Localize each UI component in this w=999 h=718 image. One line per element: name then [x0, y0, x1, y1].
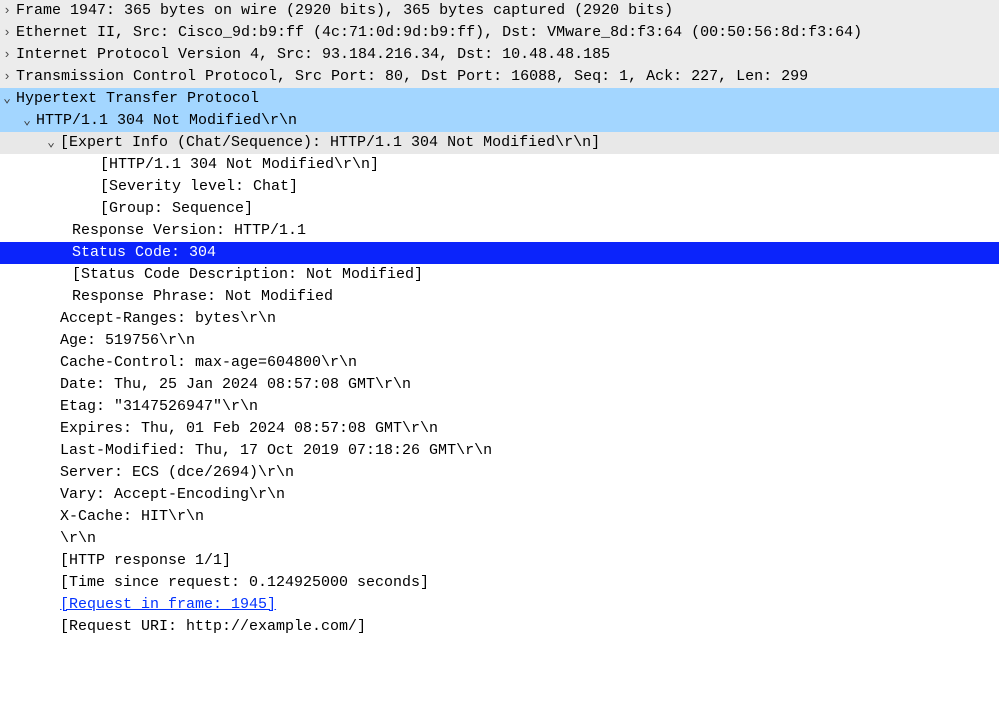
- tree-row-ip[interactable]: › Internet Protocol Version 4, Src: 93.1…: [0, 44, 999, 66]
- tree-row-expert-info[interactable]: ⌄ [Expert Info (Chat/Sequence): HTTP/1.1…: [0, 132, 999, 154]
- tree-row-age[interactable]: Age: 519756\r\n: [0, 330, 999, 352]
- tree-row-expires[interactable]: Expires: Thu, 01 Feb 2024 08:57:08 GMT\r…: [0, 418, 999, 440]
- tree-row-response-phrase[interactable]: Response Phrase: Not Modified: [0, 286, 999, 308]
- status-code-text: Status Code: 304: [48, 242, 216, 264]
- status-line-text: HTTP/1.1 304 Not Modified\r\n: [36, 110, 297, 132]
- tree-row-frame[interactable]: › Frame 1947: 365 bytes on wire (2920 bi…: [0, 0, 999, 22]
- tree-row-date[interactable]: Date: Thu, 25 Jan 2024 08:57:08 GMT\r\n: [0, 374, 999, 396]
- header-age: Age: 519756\r\n: [60, 330, 195, 352]
- tree-row-http[interactable]: ⌄ Hypertext Transfer Protocol: [0, 88, 999, 110]
- tcp-summary: Transmission Control Protocol, Src Port:…: [16, 66, 808, 88]
- group-text: [Group: Sequence]: [100, 198, 253, 220]
- header-expires: Expires: Thu, 01 Feb 2024 08:57:08 GMT\r…: [60, 418, 438, 440]
- tree-row-severity[interactable]: [Severity level: Chat]: [0, 176, 999, 198]
- chevron-down-icon: ⌄: [44, 132, 58, 154]
- tree-row-accept-ranges[interactable]: Accept-Ranges: bytes\r\n: [0, 308, 999, 330]
- tree-row-status-line[interactable]: ⌄ HTTP/1.1 304 Not Modified\r\n: [0, 110, 999, 132]
- chevron-right-icon: ›: [0, 66, 14, 88]
- tree-row-request-uri[interactable]: [Request URI: http://example.com/]: [0, 616, 999, 638]
- frame-summary: Frame 1947: 365 bytes on wire (2920 bits…: [16, 0, 673, 22]
- header-xcache: X-Cache: HIT\r\n: [60, 506, 204, 528]
- header-last-modified: Last-Modified: Thu, 17 Oct 2019 07:18:26…: [60, 440, 492, 462]
- chevron-right-icon: ›: [0, 44, 14, 66]
- tree-row-expert-detail[interactable]: [HTTP/1.1 304 Not Modified\r\n]: [0, 154, 999, 176]
- header-accept-ranges: Accept-Ranges: bytes\r\n: [60, 308, 276, 330]
- expert-detail-text: [HTTP/1.1 304 Not Modified\r\n]: [100, 154, 379, 176]
- status-desc-text: [Status Code Description: Not Modified]: [72, 264, 423, 286]
- header-cache-control: Cache-Control: max-age=604800\r\n: [60, 352, 357, 374]
- tree-row-http-response-n[interactable]: [HTTP response 1/1]: [0, 550, 999, 572]
- request-uri-text: [Request URI: http://example.com/]: [60, 616, 366, 638]
- response-phrase-text: Response Phrase: Not Modified: [72, 286, 333, 308]
- tree-row-last-modified[interactable]: Last-Modified: Thu, 17 Oct 2019 07:18:26…: [0, 440, 999, 462]
- ip-summary: Internet Protocol Version 4, Src: 93.184…: [16, 44, 610, 66]
- header-crlf: \r\n: [60, 528, 96, 550]
- response-version-text: Response Version: HTTP/1.1: [72, 220, 306, 242]
- header-etag: Etag: "3147526947"\r\n: [60, 396, 258, 418]
- request-in-frame-link[interactable]: [Request in frame: 1945]: [60, 594, 276, 616]
- ethernet-summary: Ethernet II, Src: Cisco_9d:b9:ff (4c:71:…: [16, 22, 862, 44]
- tree-row-server[interactable]: Server: ECS (dce/2694)\r\n: [0, 462, 999, 484]
- tree-row-status-code[interactable]: Status Code: 304: [0, 242, 999, 264]
- chevron-right-icon: ›: [0, 22, 14, 44]
- header-vary: Vary: Accept-Encoding\r\n: [60, 484, 285, 506]
- tree-row-ethernet[interactable]: › Ethernet II, Src: Cisco_9d:b9:ff (4c:7…: [0, 22, 999, 44]
- tree-row-time-since[interactable]: [Time since request: 0.124925000 seconds…: [0, 572, 999, 594]
- http-response-n-text: [HTTP response 1/1]: [60, 550, 231, 572]
- chevron-down-icon: ⌄: [20, 110, 34, 132]
- tree-row-request-in-frame[interactable]: [Request in frame: 1945]: [0, 594, 999, 616]
- tree-row-cache-control[interactable]: Cache-Control: max-age=604800\r\n: [0, 352, 999, 374]
- chevron-down-icon: ⌄: [0, 88, 14, 110]
- tree-row-tcp[interactable]: › Transmission Control Protocol, Src Por…: [0, 66, 999, 88]
- expert-info-text: [Expert Info (Chat/Sequence): HTTP/1.1 3…: [60, 132, 600, 154]
- severity-text: [Severity level: Chat]: [100, 176, 298, 198]
- chevron-right-icon: ›: [0, 0, 14, 22]
- header-date: Date: Thu, 25 Jan 2024 08:57:08 GMT\r\n: [60, 374, 411, 396]
- tree-row-status-desc[interactable]: [Status Code Description: Not Modified]: [0, 264, 999, 286]
- tree-row-crlf[interactable]: \r\n: [0, 528, 999, 550]
- tree-row-etag[interactable]: Etag: "3147526947"\r\n: [0, 396, 999, 418]
- tree-row-group[interactable]: [Group: Sequence]: [0, 198, 999, 220]
- header-server: Server: ECS (dce/2694)\r\n: [60, 462, 294, 484]
- time-since-text: [Time since request: 0.124925000 seconds…: [60, 572, 429, 594]
- tree-row-xcache[interactable]: X-Cache: HIT\r\n: [0, 506, 999, 528]
- tree-row-vary[interactable]: Vary: Accept-Encoding\r\n: [0, 484, 999, 506]
- tree-row-response-version[interactable]: Response Version: HTTP/1.1: [0, 220, 999, 242]
- http-protocol-label: Hypertext Transfer Protocol: [16, 88, 259, 110]
